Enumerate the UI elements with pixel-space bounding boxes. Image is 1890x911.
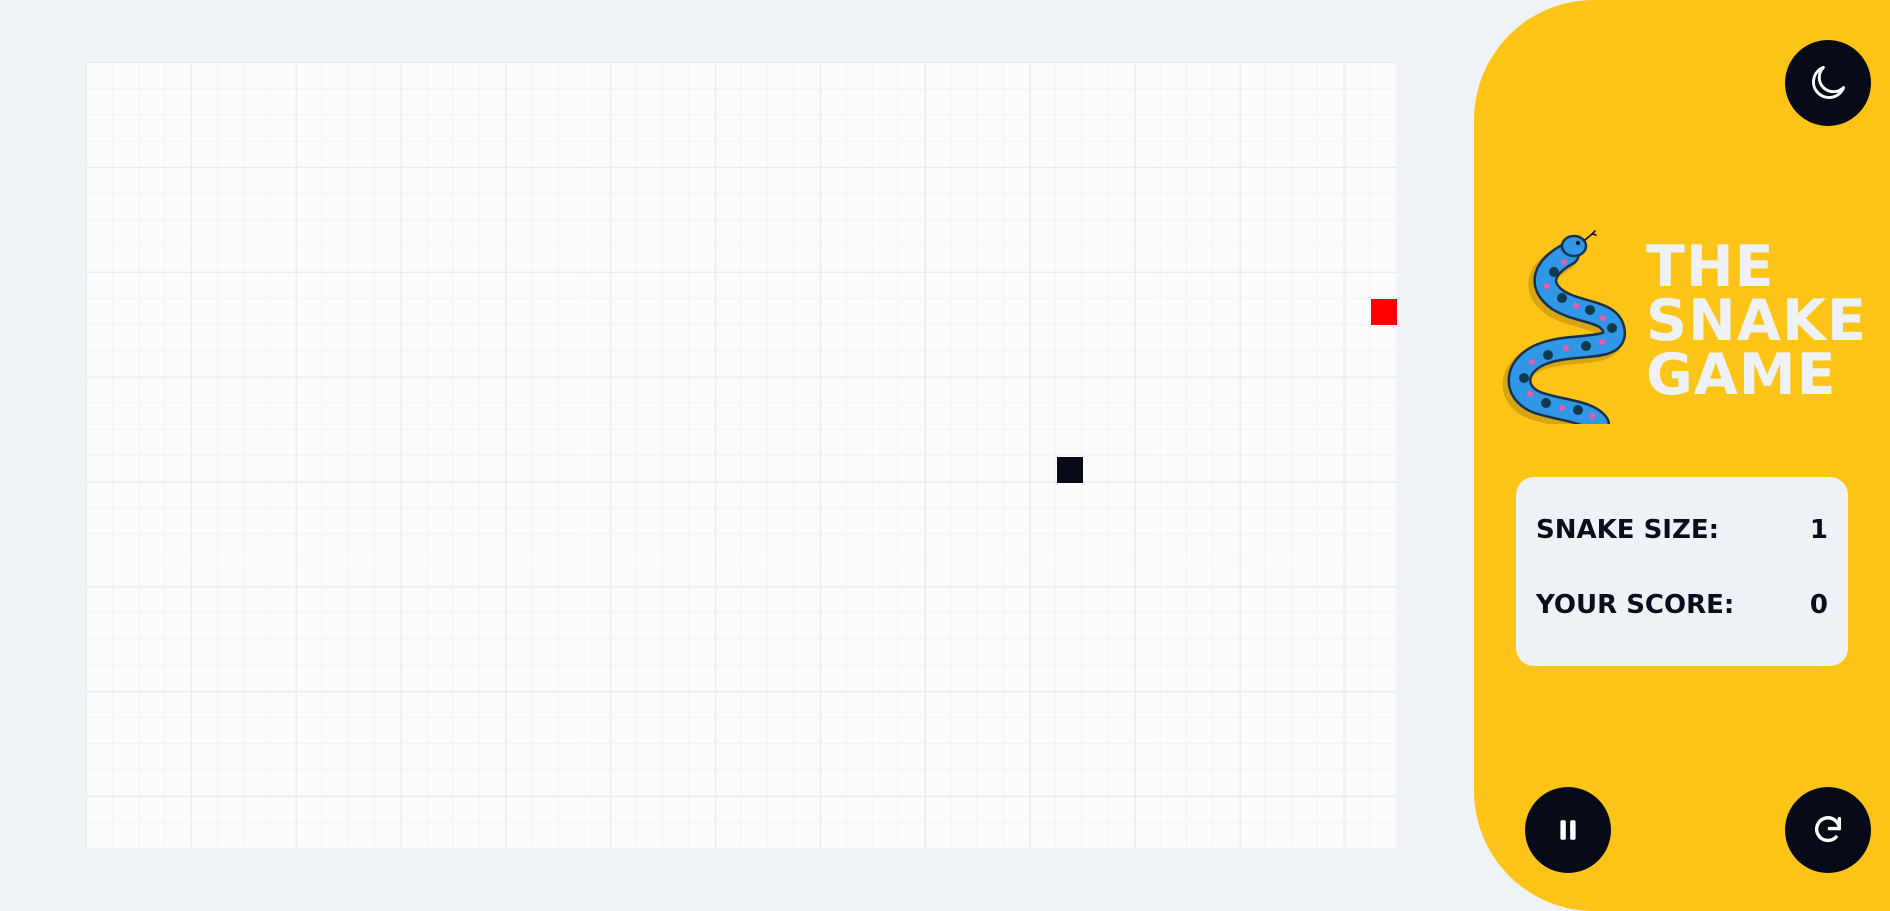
snake-size-label: SNAKE SIZE: (1536, 515, 1719, 545)
sidebar-panel: THE SNAKE GAME SNAKE SIZE: 1 YOUR SCORE:… (1474, 0, 1890, 911)
score-value: 0 (1809, 590, 1828, 620)
title-line-3: GAME (1646, 342, 1837, 408)
snake-size-row: SNAKE SIZE: 1 (1536, 515, 1828, 545)
theme-toggle-button[interactable] (1785, 40, 1871, 126)
restart-icon (1814, 816, 1842, 843)
snake-head (1057, 457, 1083, 483)
snake-size-value: 1 (1809, 515, 1828, 545)
stats-card: SNAKE SIZE: 1 YOUR SCORE: 0 (1516, 477, 1848, 666)
score-label: YOUR SCORE: (1536, 590, 1735, 620)
pause-icon (1560, 820, 1576, 840)
game-board[interactable] (86, 62, 1397, 849)
title-line-2: SNAKE (1646, 288, 1867, 354)
snake-logo-icon (1502, 230, 1626, 424)
title-line-1: THE (1646, 234, 1775, 300)
moon-icon (1812, 65, 1846, 99)
food-item (1371, 299, 1397, 325)
restart-button[interactable] (1785, 787, 1871, 873)
game-title: THE SNAKE GAME (1646, 234, 1867, 408)
score-row: YOUR SCORE: 0 (1536, 590, 1828, 620)
pause-button[interactable] (1525, 787, 1611, 873)
